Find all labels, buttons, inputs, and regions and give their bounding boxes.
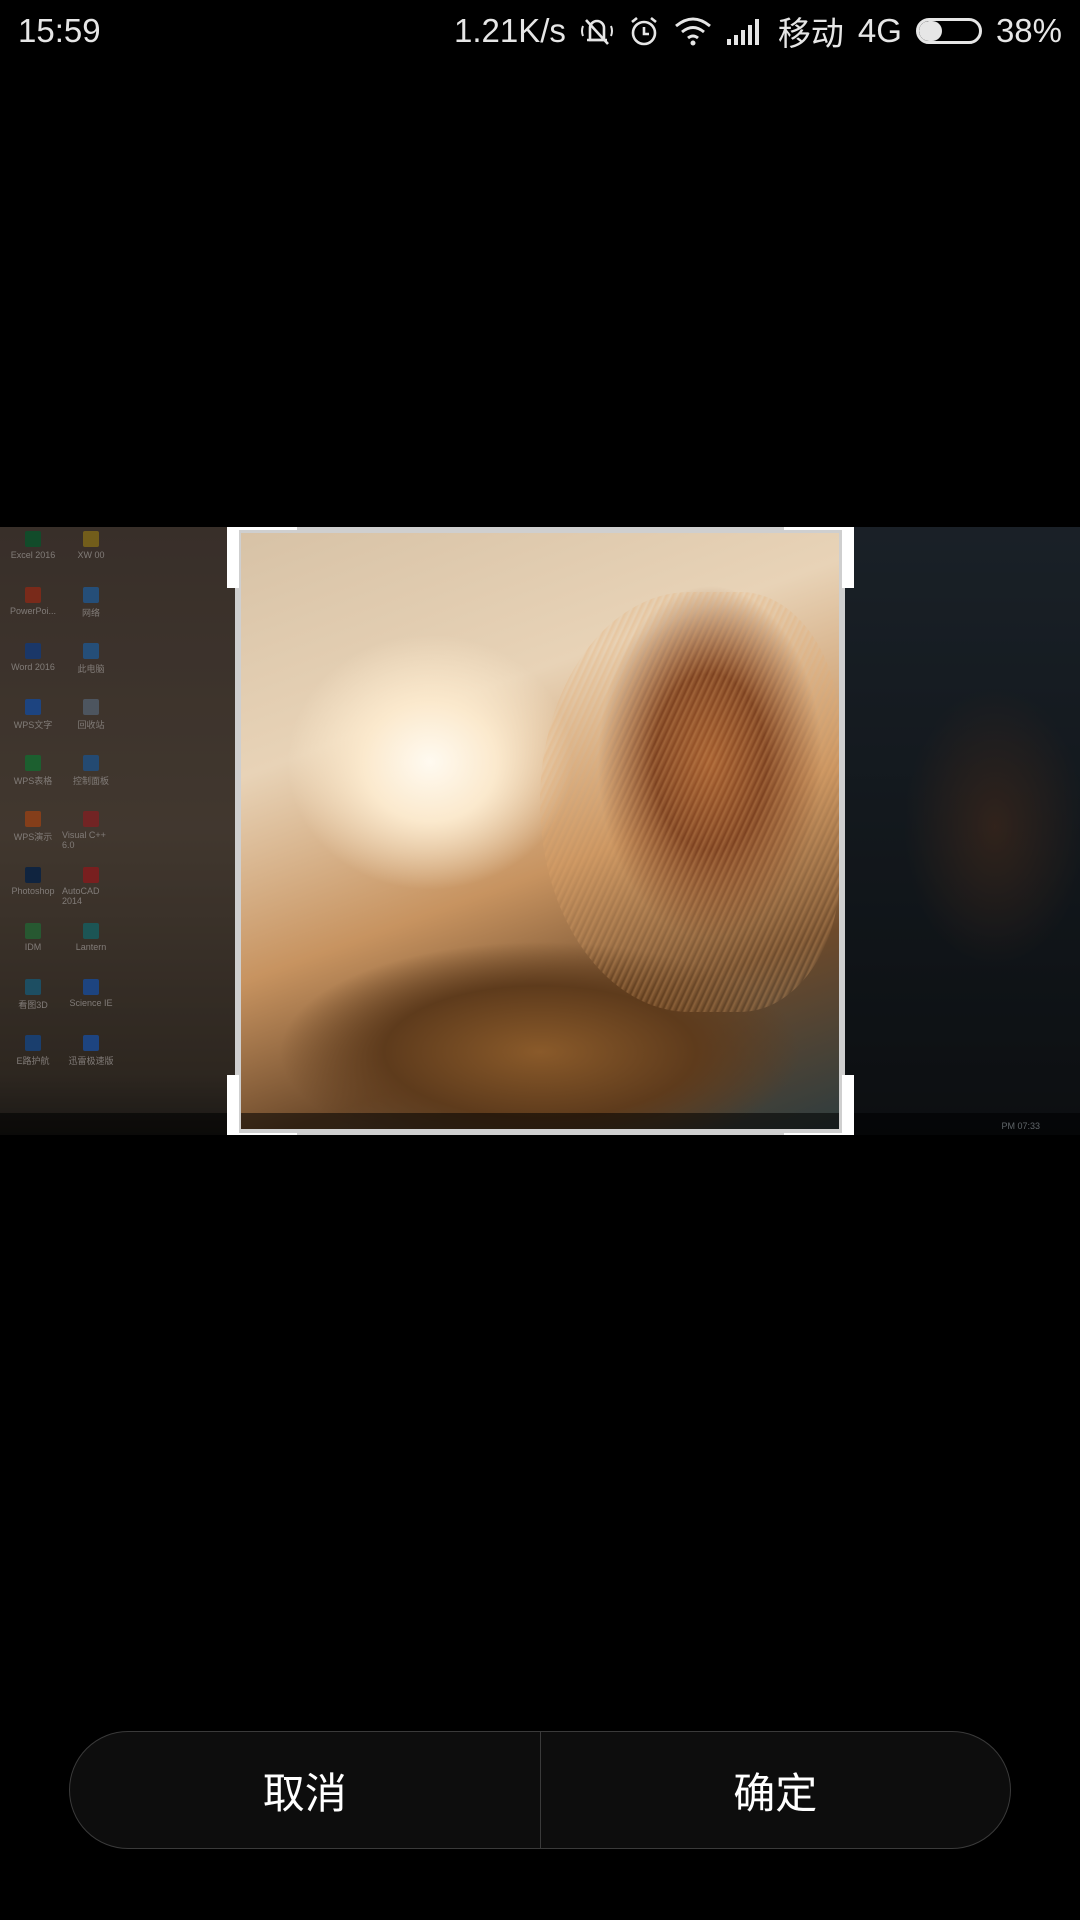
- network-type: 4G: [857, 12, 902, 49]
- net-speed: 1.21K/s: [453, 12, 566, 49]
- signal-icon: [726, 17, 764, 45]
- crop-handle-bottom-right-v[interactable]: [842, 1075, 854, 1135]
- status-right: 1.21K/s 移动 4G 38%: [454, 7, 1062, 55]
- alarm-icon: [628, 15, 660, 47]
- status-bar: 15:59 1.21K/s 移动 4G 38%: [0, 0, 1080, 62]
- dim-right: [845, 527, 1080, 1135]
- battery-percent: 38%: [995, 12, 1062, 49]
- cancel-button[interactable]: 取消: [70, 1732, 540, 1848]
- action-bar: 取消 确定: [69, 1731, 1011, 1849]
- wifi-icon: [674, 16, 712, 46]
- crop-handle-top-left-v[interactable]: [227, 527, 239, 588]
- dim-left: [0, 527, 235, 1135]
- carrier: 移动: [777, 15, 844, 52]
- mute-vibrate-icon: [580, 14, 614, 48]
- confirm-button[interactable]: 确定: [541, 1732, 1011, 1848]
- crop-image-area[interactable]: Excel 2016 XW 00 PowerPoi... 网络 Word 2016 此电脑…: [0, 527, 1080, 1135]
- battery-fill: [918, 21, 942, 41]
- status-time: 15:59: [18, 12, 101, 49]
- crop-handle-bottom-left-v[interactable]: [227, 1075, 239, 1135]
- battery-icon: [915, 18, 982, 44]
- crop-handle-top-right-v[interactable]: [842, 527, 854, 588]
- crop-frame[interactable]: [235, 527, 845, 1135]
